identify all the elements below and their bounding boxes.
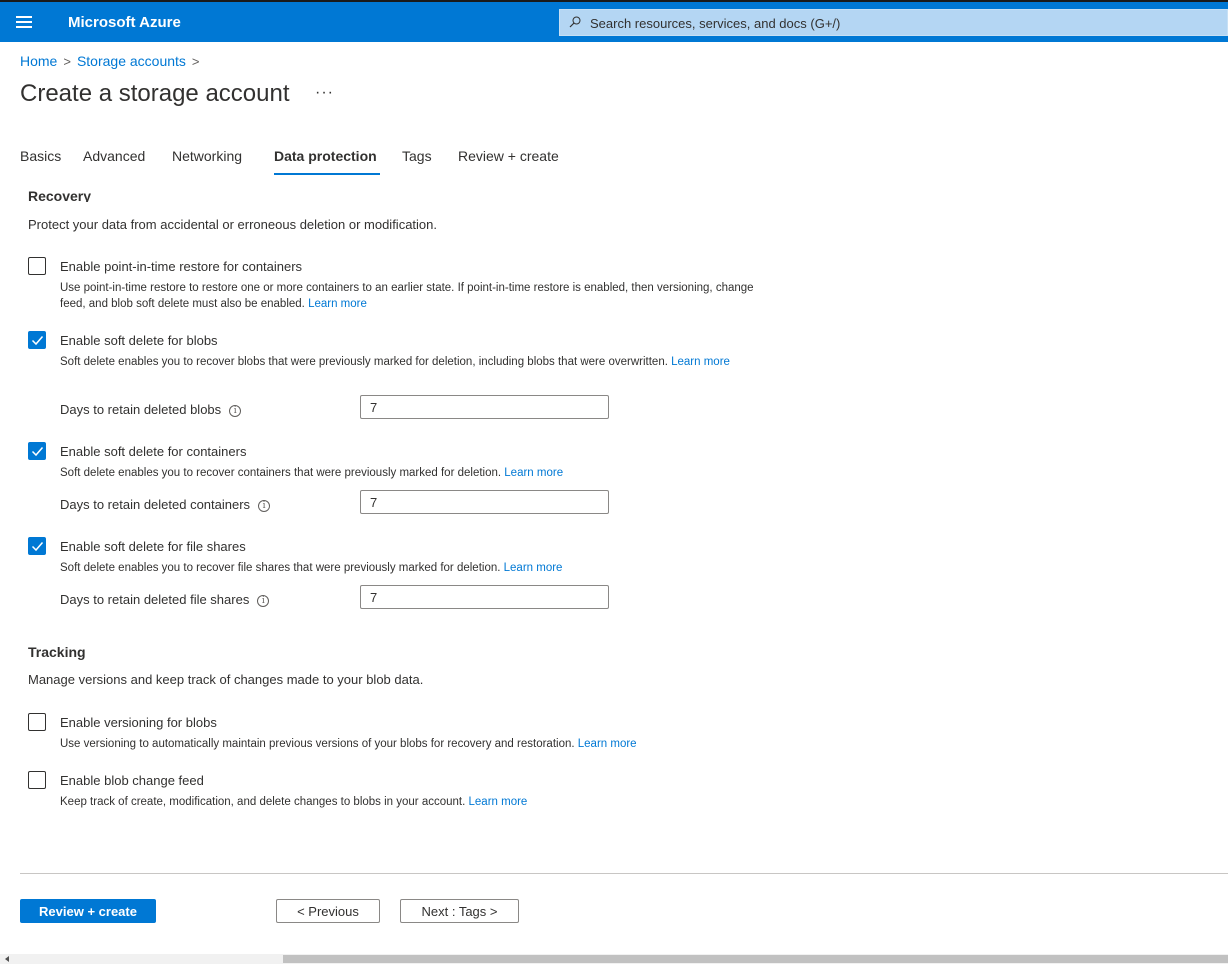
days-deleted-blobs-input[interactable] xyxy=(360,395,609,419)
previous-button[interactable]: < Previous xyxy=(276,899,380,923)
brand-title[interactable]: Microsoft Azure xyxy=(68,14,181,31)
review-create-button[interactable]: Review + create xyxy=(20,899,156,923)
chevron-right-icon: > xyxy=(63,54,71,69)
soft-delete-fileshares-learn-more-link[interactable]: Learn more xyxy=(504,562,563,574)
change-feed-label: Enable blob change feed xyxy=(60,773,204,788)
checkmark-icon xyxy=(31,447,44,457)
change-feed-description: Keep track of create, modification, and … xyxy=(60,796,528,808)
soft-delete-containers-label: Enable soft delete for containers xyxy=(60,444,247,459)
info-icon[interactable]: i xyxy=(258,499,271,512)
versioning-checkbox[interactable] xyxy=(28,713,46,731)
info-icon[interactable]: i xyxy=(257,594,270,607)
breadcrumb-storage-accounts[interactable]: Storage accounts xyxy=(77,53,186,69)
soft-delete-fileshares-description: Soft delete enables you to recover file … xyxy=(60,562,563,574)
versioning-description: Use versioning to automatically maintain… xyxy=(60,738,637,750)
days-deleted-containers-label: Days to retain deleted containers i xyxy=(60,497,271,512)
soft-delete-containers-description: Soft delete enables you to recover conta… xyxy=(60,467,564,479)
pitr-description: Use point-in-time restore to restore one… xyxy=(60,282,754,310)
footer-divider xyxy=(20,873,1228,874)
soft-delete-blobs-checkbox[interactable] xyxy=(28,331,46,349)
top-bar: Microsoft Azure Search resources, servic… xyxy=(0,0,1228,42)
search-input[interactable]: Search resources, services, and docs (G+… xyxy=(559,9,1228,36)
horizontal-scrollbar[interactable] xyxy=(0,954,1228,964)
recovery-description: Protect your data from accidental or err… xyxy=(28,217,437,232)
soft-delete-containers-checkbox[interactable] xyxy=(28,442,46,460)
versioning-label: Enable versioning for blobs xyxy=(60,715,217,730)
change-feed-learn-more-link[interactable]: Learn more xyxy=(469,796,528,808)
tab-advanced[interactable]: Advanced xyxy=(83,148,145,176)
info-icon[interactable]: i xyxy=(229,404,242,417)
tab-data-protection[interactable]: Data protection xyxy=(274,148,380,176)
tab-networking[interactable]: Networking xyxy=(172,148,242,176)
tab-tags[interactable]: Tags xyxy=(402,148,432,176)
soft-delete-fileshares-label: Enable soft delete for file shares xyxy=(60,539,246,554)
breadcrumb-home[interactable]: Home xyxy=(20,53,57,69)
page-title: Create a storage account xyxy=(20,80,290,107)
tab-review-create[interactable]: Review + create xyxy=(458,148,559,176)
days-deleted-blobs-label: Days to retain deleted blobs i xyxy=(60,402,242,417)
pitr-label: Enable point-in-time restore for contain… xyxy=(60,259,303,274)
search-placeholder: Search resources, services, and docs (G+… xyxy=(590,16,841,31)
days-deleted-fileshares-label: Days to retain deleted file shares i xyxy=(60,592,270,607)
scroll-left-arrow-icon[interactable] xyxy=(5,956,9,962)
soft-delete-fileshares-checkbox[interactable] xyxy=(28,537,46,555)
versioning-learn-more-link[interactable]: Learn more xyxy=(578,738,637,750)
change-feed-checkbox[interactable] xyxy=(28,771,46,789)
breadcrumb: Home > Storage accounts > xyxy=(20,53,206,69)
next-tags-button[interactable]: Next : Tags > xyxy=(400,899,519,923)
checkmark-icon xyxy=(31,542,44,552)
soft-delete-containers-learn-more-link[interactable]: Learn more xyxy=(504,467,563,479)
soft-delete-blobs-description: Soft delete enables you to recover blobs… xyxy=(60,356,730,368)
tracking-description: Manage versions and keep track of change… xyxy=(28,672,424,687)
soft-delete-blobs-learn-more-link[interactable]: Learn more xyxy=(671,356,730,368)
pitr-checkbox[interactable] xyxy=(28,257,46,275)
search-icon xyxy=(569,16,581,28)
tracking-heading: Tracking xyxy=(28,644,86,660)
soft-delete-blobs-label: Enable soft delete for blobs xyxy=(60,333,218,348)
checkmark-icon xyxy=(31,336,44,346)
recovery-heading: Recovery xyxy=(28,188,92,202)
chevron-right-icon: > xyxy=(191,54,200,69)
days-deleted-fileshares-input[interactable] xyxy=(360,585,609,609)
hamburger-icon[interactable] xyxy=(16,13,32,29)
days-deleted-containers-input[interactable] xyxy=(360,490,609,514)
more-icon[interactable]: ··· xyxy=(315,84,334,102)
tab-basics[interactable]: Basics xyxy=(20,148,61,176)
scrollbar-thumb[interactable] xyxy=(283,955,1228,963)
pitr-learn-more-link[interactable]: Learn more xyxy=(308,298,367,310)
